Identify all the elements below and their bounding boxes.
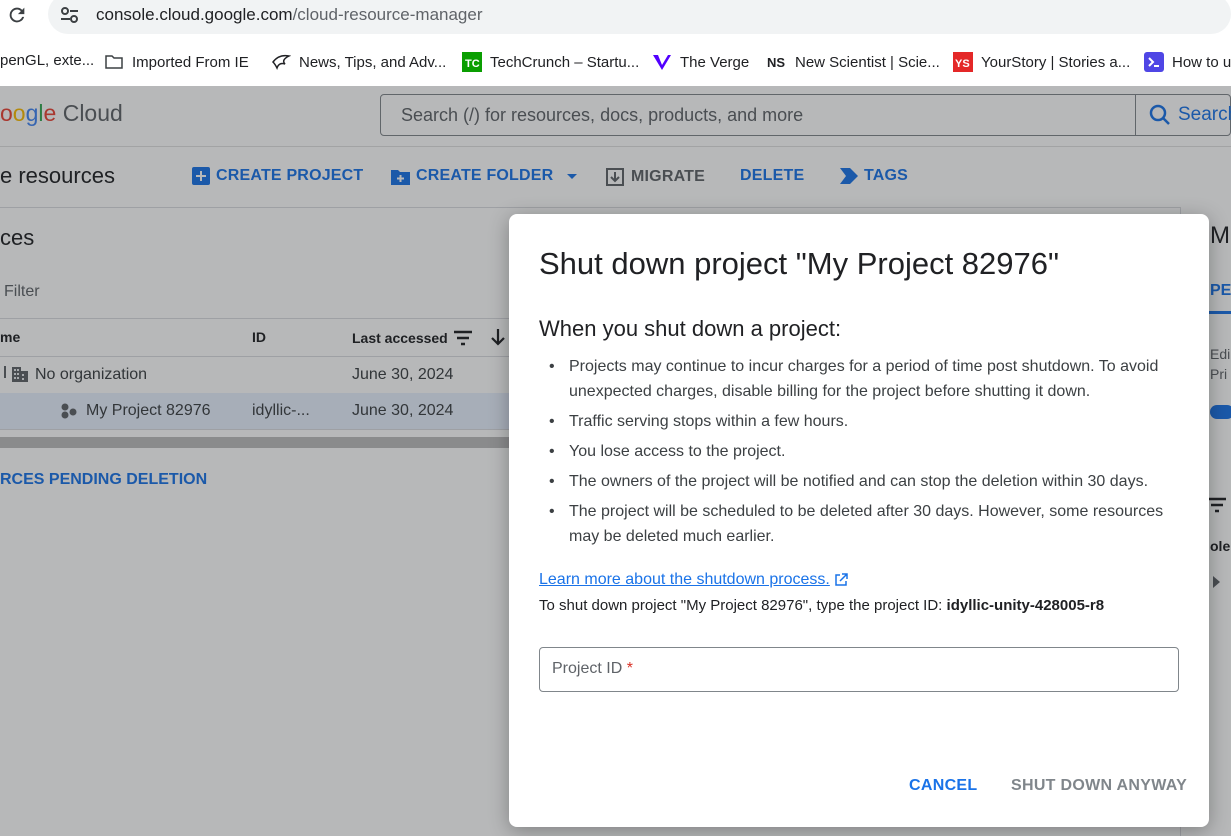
bookmark-item[interactable]: News, Tips, and Adv... bbox=[271, 52, 446, 72]
svg-text:NS: NS bbox=[767, 55, 785, 70]
url-host: console.cloud.google.com bbox=[96, 5, 293, 24]
shutdown-dialog: Shut down project "My Project 82976" Whe… bbox=[509, 214, 1209, 827]
external-link-icon bbox=[835, 573, 848, 586]
shutdown-consequences-list: Projects may continue to incur charges f… bbox=[549, 354, 1189, 554]
list-item: Traffic serving stops within a few hours… bbox=[549, 409, 1189, 434]
learn-more-link[interactable]: Learn more about the shutdown process. bbox=[539, 571, 848, 589]
bookmark-label: How to u bbox=[1172, 53, 1231, 71]
bookmark-label: News, Tips, and Adv... bbox=[299, 53, 447, 71]
bookmark-label: penGL, exte... bbox=[0, 52, 95, 69]
bookmark-item[interactable]: penGL, exte... bbox=[0, 52, 94, 69]
bookmark-item[interactable]: YS YourStory | Stories a... bbox=[953, 52, 1130, 72]
url-text[interactable]: console.cloud.google.com/cloud-resource-… bbox=[96, 5, 483, 25]
project-id-field[interactable]: Project ID * bbox=[539, 647, 1179, 692]
list-item: You lose access to the project. bbox=[549, 439, 1189, 464]
bookmark-item[interactable]: NS New Scientist | Scie... bbox=[767, 52, 940, 72]
shut-down-anyway-button[interactable]: SHUT DOWN ANYWAY bbox=[999, 773, 1199, 799]
bookmark-label: TechCrunch – Startu... bbox=[490, 53, 640, 71]
bookmark-label: The Verge bbox=[680, 53, 750, 71]
bookmark-item[interactable]: The Verge bbox=[652, 52, 749, 72]
cancel-button[interactable]: CANCEL bbox=[897, 773, 989, 799]
terminal-icon bbox=[1144, 52, 1164, 72]
bookmark-label: New Scientist | Scie... bbox=[795, 53, 940, 71]
field-label-text: Project ID bbox=[552, 660, 623, 677]
dialog-title: Shut down project "My Project 82976" bbox=[539, 246, 1060, 281]
bookmark-label: Imported From IE bbox=[132, 53, 249, 71]
url-path: /cloud-resource-manager bbox=[292, 5, 483, 24]
dialog-subtitle: When you shut down a project: bbox=[539, 316, 842, 341]
verge-icon bbox=[653, 55, 671, 70]
list-item: The project will be scheduled to be dele… bbox=[549, 499, 1189, 549]
svg-text:TC: TC bbox=[465, 58, 480, 70]
bookmark-item[interactable]: Imported From IE bbox=[104, 52, 249, 72]
wing-icon bbox=[272, 54, 291, 70]
list-item: Projects may continue to incur charges f… bbox=[549, 354, 1189, 404]
ns-icon: NS bbox=[767, 55, 785, 70]
bookmark-item[interactable]: TC TechCrunch – Startu... bbox=[462, 52, 639, 72]
confirm-prefix: To shut down project "My Project 82976",… bbox=[539, 597, 947, 614]
svg-text:YS: YS bbox=[955, 58, 970, 70]
techcrunch-icon: TC bbox=[462, 52, 482, 72]
confirm-instructions: To shut down project "My Project 82976",… bbox=[539, 597, 1104, 614]
list-item: The owners of the project will be notifi… bbox=[549, 469, 1189, 494]
yourstory-icon: YS bbox=[953, 52, 973, 72]
project-id-label: Project ID * bbox=[552, 660, 633, 678]
site-settings-icon[interactable] bbox=[58, 4, 82, 26]
required-mark: * bbox=[626, 660, 633, 677]
folder-icon bbox=[105, 55, 123, 69]
learn-more-label: Learn more about the shutdown process. bbox=[539, 571, 830, 588]
bookmark-item[interactable]: How to u bbox=[1144, 52, 1231, 72]
bookmark-label: YourStory | Stories a... bbox=[981, 53, 1131, 71]
project-id-value: idyllic-unity-428005-r8 bbox=[946, 597, 1105, 614]
reload-icon[interactable] bbox=[6, 4, 28, 26]
